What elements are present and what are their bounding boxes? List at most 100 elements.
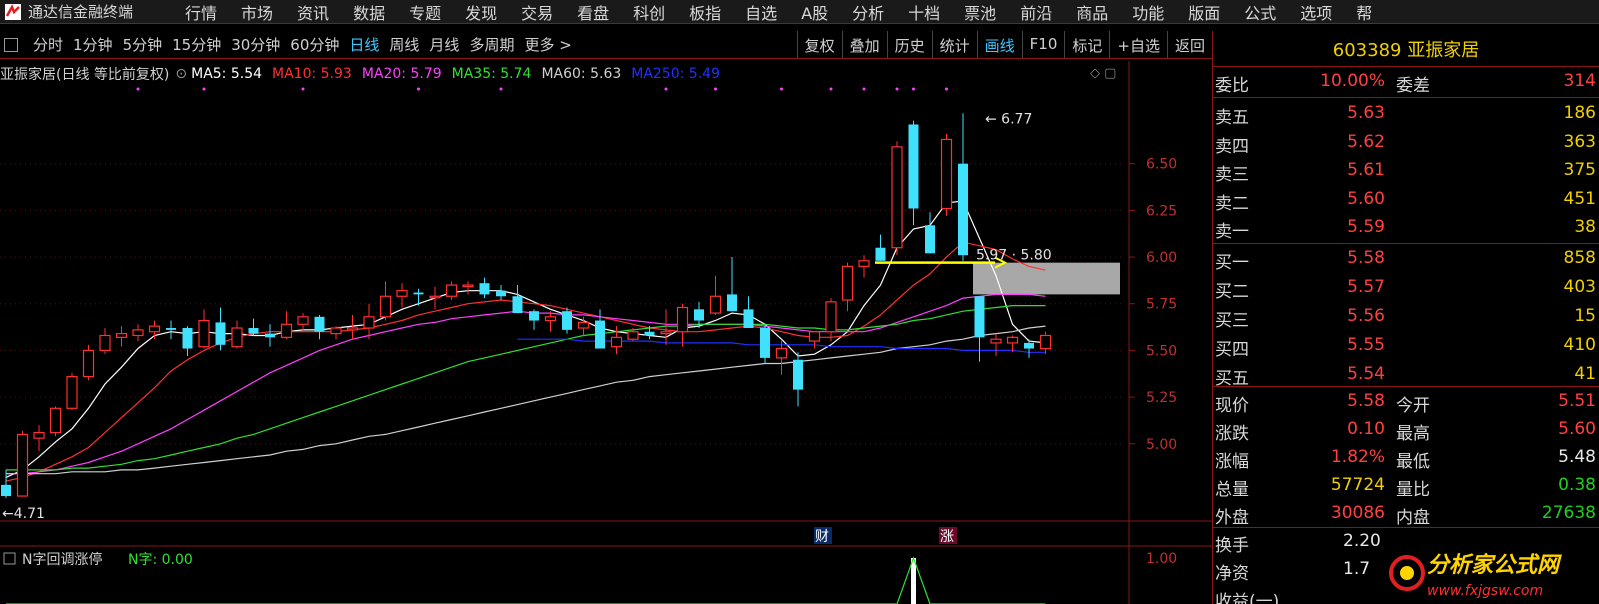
- candle-body-30[interactable]: [496, 290, 506, 297]
- candle-body-28[interactable]: [462, 284, 474, 288]
- candle-body-44[interactable]: [727, 294, 737, 312]
- candle-body-51[interactable]: [841, 265, 854, 301]
- candle-body-63[interactable]: [1039, 334, 1052, 350]
- watermark-url: www.fxjgsw.com: [1427, 582, 1544, 599]
- signal-dot-10: [895, 87, 899, 91]
- candle-body-24[interactable]: [396, 290, 408, 297]
- candle-body-23[interactable]: [379, 295, 392, 318]
- candle-body-2[interactable]: [33, 431, 45, 439]
- candle-body-53[interactable]: [875, 247, 886, 261]
- candle-body-38[interactable]: [627, 331, 639, 340]
- candle-body-17[interactable]: [280, 323, 293, 338]
- menu-item-5[interactable]: 发现: [453, 0, 509, 23]
- candle-body-1[interactable]: [16, 433, 29, 497]
- candle-body-50[interactable]: [825, 301, 837, 333]
- candle-body-59[interactable]: [974, 296, 985, 338]
- menu-item-16[interactable]: 商品: [1064, 0, 1120, 23]
- candle-body-55[interactable]: [908, 124, 919, 209]
- menu-item-7[interactable]: 看盘: [565, 0, 621, 23]
- candle-body-18[interactable]: [297, 316, 309, 325]
- menu-item-1[interactable]: 市场: [229, 0, 285, 23]
- candle-body-4[interactable]: [66, 375, 78, 409]
- candle-body-22[interactable]: [363, 316, 375, 329]
- candle-body-19[interactable]: [314, 316, 325, 332]
- candle-body-57[interactable]: [940, 138, 953, 210]
- candle-body-39[interactable]: [644, 331, 655, 336]
- stat-label-a-2: 涨幅: [1215, 452, 1249, 472]
- indicator-settings-icon[interactable]: [3, 552, 16, 565]
- candle-body-56[interactable]: [925, 225, 935, 254]
- candle-body-5[interactable]: [82, 349, 95, 378]
- candle-body-6[interactable]: [99, 334, 111, 352]
- candle-body-15[interactable]: [248, 328, 259, 334]
- y-tick-label-0: 6.50: [1146, 157, 1177, 173]
- menu-item-0[interactable]: 行情: [173, 0, 229, 23]
- quote-sidebar: 603389 亚振家居 委比 10.00% 委差 314 卖五 5.63 186 卖四 5.62…: [1212, 31, 1599, 604]
- menu-item-21[interactable]: 帮: [1344, 0, 1384, 23]
- candle-body-62[interactable]: [1024, 342, 1034, 349]
- candle-body-48[interactable]: [793, 359, 803, 390]
- candle-body-37[interactable]: [610, 336, 623, 348]
- candle-body-14[interactable]: [231, 327, 243, 348]
- candle-body-40[interactable]: [660, 331, 672, 335]
- candle-body-9[interactable]: [148, 325, 161, 333]
- buy-price-1: 5.57: [1347, 277, 1385, 297]
- finance-marker[interactable]: 财: [815, 529, 829, 545]
- candle-body-27[interactable]: [445, 284, 458, 297]
- candle-body-8[interactable]: [132, 329, 144, 337]
- candle-body-34[interactable]: [562, 311, 572, 330]
- menu-item-19[interactable]: 公式: [1232, 0, 1288, 23]
- candle-body-10[interactable]: [166, 328, 176, 330]
- stat-value-b-1: 5.60: [1558, 419, 1596, 439]
- candle-body-7[interactable]: [115, 333, 128, 338]
- candle-body-20[interactable]: [330, 327, 342, 335]
- menu-item-12[interactable]: 分析: [840, 0, 896, 23]
- candle-body-49[interactable]: [808, 331, 821, 342]
- kline-chart[interactable]: 6.50 6.25 6.00 5.75 5.50 5.25 5.00 ← 6.77 ←4.71 5…: [0, 31, 1212, 604]
- candle-body-52[interactable]: [858, 260, 870, 267]
- candle-body-35[interactable]: [577, 321, 590, 329]
- limit-up-marker[interactable]: 涨: [940, 529, 954, 545]
- menu-item-9[interactable]: 板指: [677, 0, 733, 23]
- menu-item-2[interactable]: 资讯: [285, 0, 341, 23]
- candle-body-46[interactable]: [760, 328, 770, 358]
- candle-body-3[interactable]: [49, 407, 62, 434]
- menu-item-11[interactable]: A股: [789, 0, 840, 23]
- buy-price-0: 5.58: [1347, 248, 1385, 268]
- candle-body-58[interactable]: [958, 163, 968, 256]
- menu-item-15[interactable]: 前沿: [1008, 0, 1064, 23]
- candle-body-25[interactable]: [413, 292, 424, 295]
- candle-body-54[interactable]: [891, 146, 903, 249]
- candle-body-0[interactable]: [1, 484, 11, 497]
- menu-item-3[interactable]: 数据: [341, 0, 397, 23]
- menu-item-6[interactable]: 交易: [509, 0, 565, 23]
- candle-body-43[interactable]: [709, 295, 722, 314]
- menu-item-18[interactable]: 版面: [1176, 0, 1232, 23]
- candle-body-11[interactable]: [182, 328, 193, 349]
- menu-item-13[interactable]: 十档: [896, 0, 952, 23]
- menu-item-4[interactable]: 专题: [397, 0, 453, 23]
- menu-item-14[interactable]: 票池: [952, 0, 1008, 23]
- candle-body-31[interactable]: [512, 296, 523, 314]
- candle-body-12[interactable]: [198, 319, 210, 348]
- candle-body-32[interactable]: [529, 311, 539, 321]
- candle-body-13[interactable]: [215, 322, 226, 345]
- menu-item-8[interactable]: 科创: [621, 0, 677, 23]
- candle-body-60[interactable]: [990, 338, 1002, 344]
- candle-body-29[interactable]: [479, 283, 490, 295]
- candle-body-45[interactable]: [743, 309, 754, 329]
- candle-body-61[interactable]: [1006, 336, 1019, 344]
- menu-item-10[interactable]: 自选: [733, 0, 789, 23]
- candle-body-33[interactable]: [544, 316, 557, 322]
- candle-body-47[interactable]: [775, 347, 788, 359]
- candle-body-36[interactable]: [595, 320, 605, 349]
- candle-body-41[interactable]: [676, 306, 689, 333]
- menu-item-17[interactable]: 功能: [1120, 0, 1176, 23]
- candle-body-16[interactable]: [265, 333, 275, 338]
- candle-body-42[interactable]: [694, 309, 704, 321]
- sell-label-3: 卖二: [1215, 193, 1249, 214]
- candle-body-26[interactable]: [429, 295, 441, 299]
- candle-body-21[interactable]: [346, 327, 359, 331]
- sell-price-0: 5.63: [1347, 103, 1385, 123]
- menu-item-20[interactable]: 选项: [1288, 0, 1344, 23]
